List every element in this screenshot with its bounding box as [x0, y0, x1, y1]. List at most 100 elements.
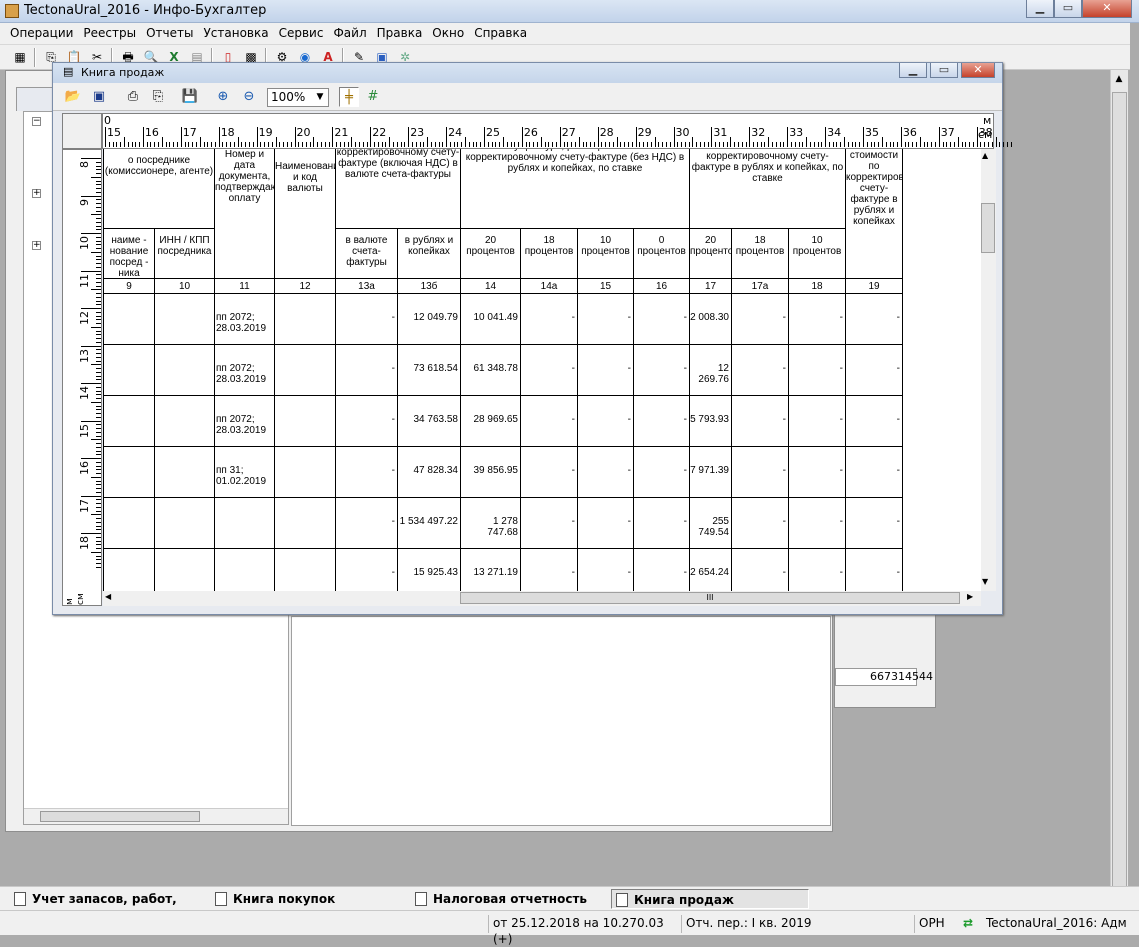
content-panel	[291, 616, 831, 826]
grid-toggle-icon[interactable]: #	[363, 87, 383, 107]
ruler-subtick	[658, 142, 660, 147]
ruler-tick	[81, 158, 101, 159]
subheader-s17a: 18 процентов	[732, 229, 789, 279]
ruler-subtick	[953, 142, 955, 147]
report-close-button[interactable]: ✕	[961, 63, 995, 78]
open-icon[interactable]: 📂	[63, 87, 83, 107]
scroll-up-icon[interactable]: ▲	[982, 151, 988, 160]
column-number: 13б	[398, 279, 461, 294]
ruler-subtick	[552, 142, 554, 147]
scroll-thumb[interactable]: III	[460, 592, 960, 604]
ruler-subtick	[96, 278, 101, 279]
close-button[interactable]: ✕	[1082, 0, 1132, 18]
tree-collapse-icon[interactable]: −	[32, 117, 41, 126]
zoom-out-icon[interactable]: ⊖	[239, 87, 259, 107]
ruler-label: 18	[220, 126, 235, 139]
zoom-select[interactable]: 100% ▼	[267, 88, 329, 107]
report-title-bar: ▤ Книга продаж ▁ ▭ ✕	[53, 63, 1002, 83]
ruler-subtick	[612, 142, 614, 147]
ruler-subtick	[279, 142, 281, 147]
scroll-right-icon[interactable]: ▶	[967, 592, 973, 601]
copy-pages-icon[interactable]: ⎘	[148, 87, 168, 107]
ruler-subtick	[237, 137, 239, 147]
table-row-cell: -	[634, 447, 690, 498]
menu-service[interactable]: Сервис	[274, 23, 329, 43]
ruler-subtick	[798, 142, 800, 147]
ruler-subtick	[912, 142, 914, 147]
ruler-subtick	[313, 137, 315, 147]
table-row-cell: 2 008.30	[690, 294, 732, 345]
maximize-button[interactable]: ▭	[1054, 0, 1082, 18]
task-tax-reporting[interactable]: Налоговая отчетность	[411, 889, 606, 909]
scroll-down-icon[interactable]: ▼	[982, 577, 988, 586]
table-row-cell: -	[732, 447, 789, 498]
menu-file[interactable]: Файл	[328, 23, 371, 43]
ruler-subtick	[916, 142, 918, 147]
ruler-subtick	[150, 142, 152, 147]
menu-setup[interactable]: Установка	[198, 23, 273, 43]
report-minimize-button[interactable]: ▁	[899, 63, 927, 78]
menu-registers[interactable]: Реестры	[78, 23, 141, 43]
ruler-subtick	[96, 409, 101, 411]
menu-help[interactable]: Справка	[469, 23, 532, 43]
ruler-subtick	[135, 142, 137, 147]
main-vscroll[interactable]: ▲ ▼	[1110, 70, 1128, 912]
ruler-subtick	[96, 184, 101, 186]
table-row-cell: 13 271.19	[461, 549, 521, 591]
ruler-subtick	[96, 540, 101, 542]
ruler-subtick	[177, 142, 178, 147]
task-inventory[interactable]: Учет запасов, работ, услуг	[10, 889, 205, 926]
ruler-subtick	[96, 281, 101, 283]
ruler-subtick	[794, 142, 796, 147]
report-vscroll[interactable]: ▲ ▼	[981, 149, 996, 591]
tree-expand-icon[interactable]: +	[32, 241, 41, 250]
report-window: ▤ Книга продаж ▁ ▭ ✕ 📂 ▣ ⎙ ⎘ 💾 ⊕ ⊖ 100% …	[52, 62, 1012, 615]
ruler-subtick	[768, 137, 770, 147]
scroll-thumb[interactable]	[40, 811, 200, 822]
ruler-label: 35	[865, 126, 879, 139]
chevron-down-icon[interactable]: ▼	[313, 90, 327, 105]
ruler-toggle-icon[interactable]: ╪	[339, 87, 359, 107]
tree-expand-icon[interactable]: +	[32, 189, 41, 198]
ruler-subtick	[96, 353, 101, 354]
report-hscroll[interactable]: ◀ III ▶	[103, 591, 981, 606]
ruler-subtick	[91, 214, 101, 216]
page-setup-icon[interactable]: ⎙	[123, 87, 143, 107]
ruler-label: 9	[78, 198, 91, 206]
ruler-tick	[294, 127, 296, 147]
task-sales-book[interactable]: Книга продаж	[611, 889, 809, 909]
grid-icon[interactable]: ▦	[11, 48, 29, 66]
table-row-cell	[155, 294, 215, 345]
tree-hscroll[interactable]	[24, 808, 288, 824]
save-icon[interactable]: 💾	[180, 87, 200, 107]
table-row-cell: -	[521, 396, 578, 447]
ruler-subtick	[96, 398, 101, 399]
menu-edit[interactable]: Правка	[372, 23, 428, 43]
ruler-subtick	[96, 454, 101, 456]
scroll-up-icon[interactable]: ▲	[1112, 74, 1126, 84]
ruler-subtick	[195, 142, 197, 147]
table-row-cell: -	[634, 294, 690, 345]
table-row-cell	[103, 447, 155, 498]
menu-reports[interactable]: Отчеты	[141, 23, 198, 43]
ruler-subtick	[96, 431, 101, 433]
ruler-tick	[218, 127, 220, 147]
ruler-subtick	[984, 142, 986, 147]
ruler-subtick	[211, 142, 213, 147]
report-maximize-button[interactable]: ▭	[930, 63, 958, 78]
ruler-label: 23	[410, 126, 425, 139]
task-purchase-book[interactable]: Книга покупок	[211, 889, 406, 909]
ruler-tick	[81, 383, 101, 384]
table-row-cell: -	[846, 345, 903, 396]
scroll-left-icon[interactable]: ◀	[105, 592, 111, 601]
zoom-in-icon[interactable]: ⊕	[213, 87, 233, 107]
minimize-button[interactable]: ▁	[1026, 0, 1054, 18]
table-row-cell	[103, 294, 155, 345]
ruler-tick	[976, 127, 978, 147]
ruler-label: 22	[372, 126, 387, 139]
save-as-icon[interactable]: ▣	[89, 87, 109, 107]
scroll-thumb[interactable]	[981, 203, 995, 253]
scroll-thumb[interactable]	[1112, 92, 1127, 892]
menu-window[interactable]: Окно	[427, 23, 469, 43]
menu-operations[interactable]: Операции	[5, 23, 78, 43]
